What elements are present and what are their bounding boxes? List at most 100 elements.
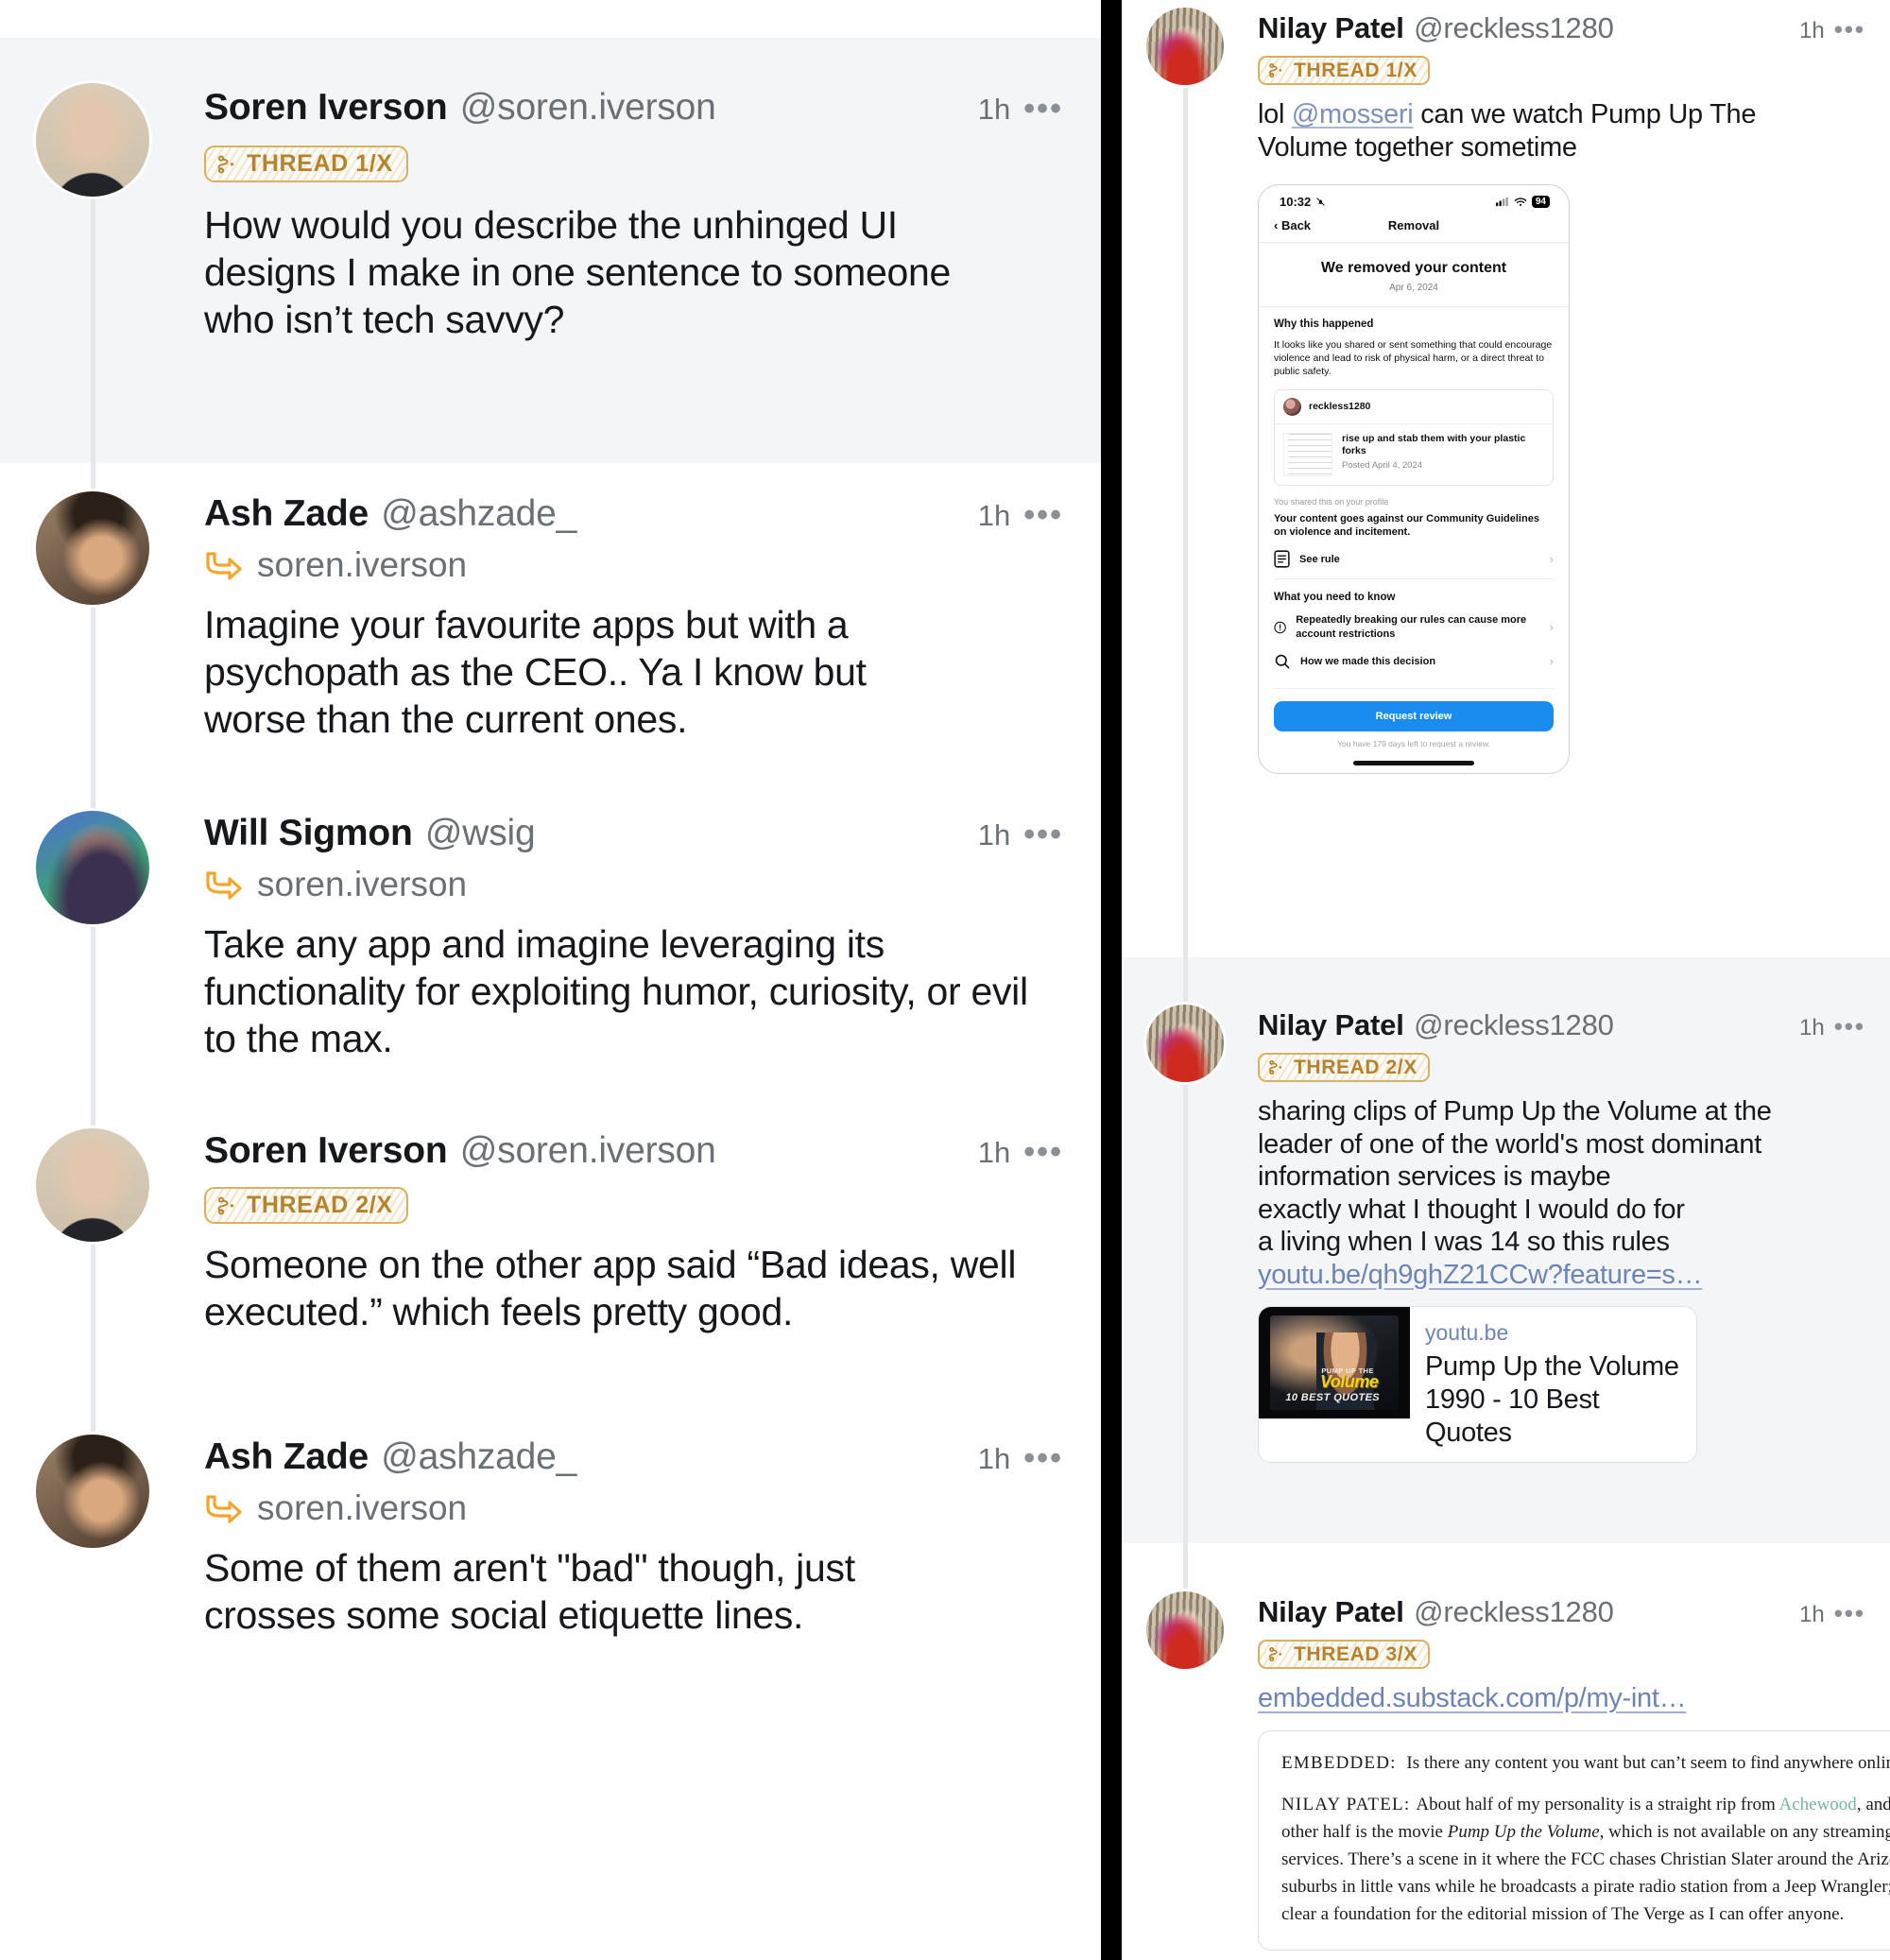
avatar-nilay[interactable] [1146,8,1224,85]
thread-badge[interactable]: THREAD 1/X [204,146,408,182]
post-text: Imagine your favourite apps but with a p… [204,603,867,742]
post-link[interactable]: embedded.substack.com/p/my-int… [1258,1683,1687,1713]
handle[interactable]: @reckless1280 [1414,1008,1614,1042]
avatar-column [1146,0,1224,954]
need-heading: What you need to know [1274,592,1396,604]
post-nilay-3[interactable]: Nilay Patel @reckless1280 1h ••• THREAD … [1122,1501,1890,1960]
post-soren-2[interactable]: Soren Iverson @soren.iverson 1h ••• THRE… [0,1074,1101,1433]
post-will-1[interactable]: Will Sigmon @wsig 1h ••• soren.iverson T… [0,758,1101,1130]
substack-embed-card[interactable]: EMBEDDED: Is there any content you want … [1258,1729,1890,1951]
handle[interactable]: @wsig [425,813,536,854]
mention-link[interactable]: @mosseri [1292,99,1414,129]
thread-badge[interactable]: THREAD 1/X [1258,56,1430,85]
review-days-note: You have 179 days left to request a revi… [1337,738,1490,748]
youtube-link-preview-card[interactable]: PUMP UP THE Volume 10 BEST QUOTES youtu.… [1258,1306,1697,1464]
restrictions-row[interactable]: Repeatedly breaking our rules can cause … [1274,603,1554,651]
avatar-ash[interactable] [36,491,149,605]
post-body: Nilay Patel @reckless1280 1h ••• THREAD … [1258,957,1865,1543]
more-options-icon[interactable]: ••• [1834,15,1865,44]
more-options-icon[interactable]: ••• [1834,1012,1865,1041]
warning-circle-icon [1274,621,1286,633]
request-review-button[interactable]: Request review [1274,700,1554,731]
post-body: Ash Zade @ashzade_ 1h ••• soren.iverson … [204,1406,1063,1960]
chevron-right-icon: › [1549,620,1554,634]
phone-status-bar: 10:32 94 [1259,185,1569,213]
phone-status-icons: 94 [1495,196,1550,208]
thumbnail-caption: 10 BEST QUOTES [1285,1392,1381,1403]
phone-date: Apr 6, 2024 [1259,283,1569,307]
more-options-icon[interactable]: ••• [1023,497,1063,534]
post-text: Some of them aren't "bad" though, just c… [204,1546,855,1638]
display-name: Soren Iverson [204,1130,448,1171]
more-options-icon[interactable]: ••• [1023,1440,1063,1477]
reply-to-row[interactable]: soren.iverson [204,1488,1063,1528]
handle[interactable]: @reckless1280 [1414,11,1614,45]
post-ash-2[interactable]: Ash Zade @ashzade_ 1h ••• soren.iverson … [0,1382,1101,1960]
handle[interactable]: @ashzade_ [381,1436,576,1478]
more-options-icon[interactable]: ••• [1834,1599,1865,1628]
post-body: Ash Zade @ashzade_ 1h ••• soren.iverson … [204,463,1063,792]
display-name: Nilay Patel [1258,1008,1404,1041]
restrictions-label: Repeatedly breaking our rules can cause … [1296,614,1527,640]
thread-badge[interactable]: THREAD 2/X [1258,1053,1430,1082]
violating-post-username: reckless1280 [1309,401,1371,413]
post-soren-1[interactable]: Soren Iverson @soren.iverson 1h ••• THRE… [0,38,1101,480]
thread-badge-label: THREAD 1/X [1294,60,1418,81]
violating-post-card[interactable]: reckless1280 rise up and stab them with … [1274,388,1554,486]
timestamp: 1h [977,1136,1011,1169]
more-options-icon[interactable]: ••• [1023,91,1063,128]
decision-row[interactable]: How we made this decision › [1274,651,1554,680]
handle[interactable]: @soren.iverson [460,87,716,129]
embedded-screenshot-card[interactable]: 10:32 94 ‹ Back Removal We removed your … [1258,184,1570,774]
handle[interactable]: @soren.iverson [460,1130,716,1172]
thread-nodes-icon [1268,62,1282,78]
avatar-ash[interactable] [36,1435,149,1548]
more-options-icon[interactable]: ••• [1023,817,1063,853]
thread-connector-line-lower [1183,1082,1188,1556]
embed-question: EMBEDDED: Is there any content you want … [1281,1750,1890,1778]
thread-comparison-screenshot: Soren Iverson @soren.iverson 1h ••• THRE… [0,0,1890,1960]
panel-divider [1101,0,1122,1960]
violating-post-user-row: reckless1280 [1275,390,1553,424]
see-rule-row[interactable]: See rule › [1274,540,1554,578]
post-link[interactable]: youtu.be/qh9ghZ21CCw?feature=s… [1258,1260,1703,1290]
avatar-will[interactable] [36,811,149,924]
thread-connector-line [91,1074,95,1433]
handle[interactable]: @ashzade_ [381,493,576,535]
post-text: sharing clips of Pump Up the Volume at t… [1258,1096,1772,1192]
post-text: How would you describe the unhinged UI d… [204,203,951,342]
phone-clock: 10:32 [1280,195,1312,209]
avatar-column [36,38,149,480]
reply-to-row[interactable]: soren.iverson [204,865,1063,904]
movie-title-italic: Pump Up the Volume [1447,1822,1600,1843]
avatar-soren[interactable] [36,83,149,197]
avatar-nilay[interactable] [1146,1005,1224,1082]
embed-answer: NILAY PATEL: About half of my personality… [1281,1792,1890,1928]
thread-connector-line [1183,1501,1188,1591]
violating-post-title: rise up and stab them with your plastic … [1342,432,1526,456]
thread-badge[interactable]: THREAD 3/X [1258,1640,1430,1669]
post-header: Soren Iverson @soren.iverson 1h ••• [204,1130,1063,1172]
post-nilay-2[interactable]: Nilay Patel @reckless1280 1h ••• THREAD … [1122,910,1890,1556]
chevron-right-icon: › [1549,654,1554,669]
why-heading: Why this happened [1274,318,1374,330]
timestamp: 1h [1798,18,1825,43]
mute-bell-icon [1316,198,1325,206]
post-ash-1[interactable]: Ash Zade @ashzade_ 1h ••• soren.iverson … [0,435,1101,811]
shared-note: You shared this on your profile [1274,496,1389,507]
reply-to-row[interactable]: soren.iverson [204,545,1063,585]
more-options-icon[interactable]: ••• [1023,1134,1063,1171]
post-nilay-1[interactable]: Nilay Patel @reckless1280 1h ••• THREAD … [1122,0,1890,954]
post-header: Ash Zade @ashzade_ 1h ••• [204,1436,1063,1478]
post-body: Soren Iverson @soren.iverson 1h ••• THRE… [204,1098,1063,1410]
post-text: lol @mosseri can we watch Pump Up The Vo… [1258,98,1844,163]
display-name: Soren Iverson [204,87,448,128]
avatar-soren[interactable] [36,1128,149,1242]
handle[interactable]: @reckless1280 [1414,1595,1614,1629]
home-indicator [1353,760,1474,765]
thread-badge[interactable]: THREAD 2/X [204,1187,408,1224]
achewood-link[interactable]: Achewood [1779,1795,1857,1814]
violating-post-thumbnail [1283,432,1332,476]
avatar-nilay[interactable] [1146,1591,1224,1669]
post-body: Will Sigmon @wsig 1h ••• soren.iverson T… [204,781,1063,1109]
